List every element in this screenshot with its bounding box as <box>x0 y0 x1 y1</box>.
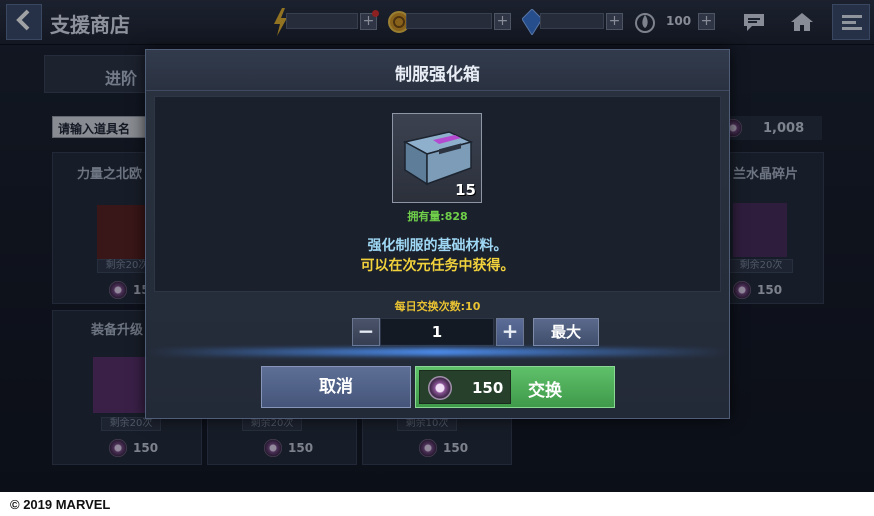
max-button[interactable]: 最大 <box>533 318 599 346</box>
exchange-dialog: 制服强化箱 15 拥有量:828 强化制服的基础材料。 可以在次元任务中获得。 … <box>145 49 730 419</box>
exchange-label: 交换 <box>528 381 562 401</box>
exchange-price: 150 <box>472 379 504 397</box>
dialog-header: 制服强化箱 <box>146 50 729 91</box>
item-slot: 15 <box>392 113 482 203</box>
dialog-title: 制服强化箱 <box>395 65 480 85</box>
divider-glow <box>146 348 729 356</box>
exchange-price-box: 150 <box>419 370 511 404</box>
copyright-text: © 2019 MARVEL <box>10 497 111 512</box>
exchange-button[interactable]: 150 交换 <box>415 366 615 408</box>
daily-exchange-limit: 每日交换次数:10 <box>394 300 481 313</box>
decrease-button[interactable]: − <box>352 318 380 346</box>
increase-button[interactable]: + <box>496 318 524 346</box>
cancel-button[interactable]: 取消 <box>261 366 411 408</box>
game-screen: 支援商店 + + + 100 + 进阶 请输入道具名 1,008 力量之北欧 剩… <box>0 0 874 492</box>
item-description-line1: 强化制服的基础材料。 <box>367 238 508 254</box>
uniform-coin-icon <box>428 376 452 400</box>
owned-count: 拥有量:828 <box>407 210 468 223</box>
item-quantity: 15 <box>455 181 476 199</box>
item-description-line2: 可以在次元任务中获得。 <box>360 258 515 274</box>
quantity-field[interactable]: 1 <box>380 318 494 346</box>
